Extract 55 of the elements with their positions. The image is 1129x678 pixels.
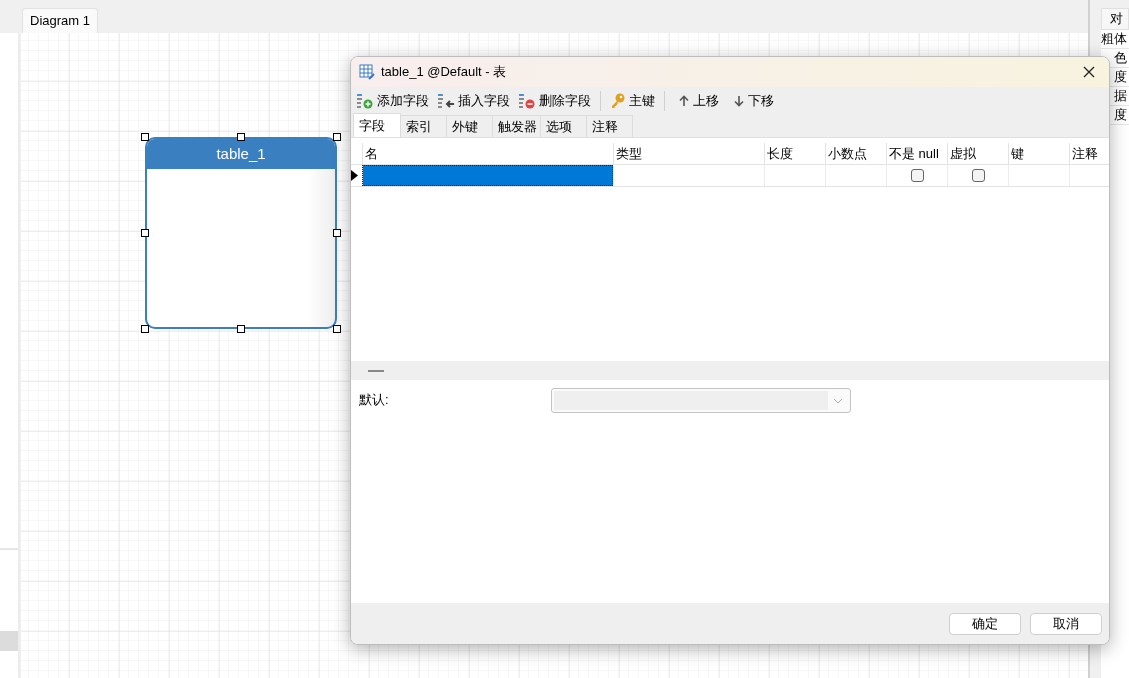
insert-field-icon <box>437 92 455 109</box>
key-icon <box>610 92 626 109</box>
column-header[interactable]: 名 <box>362 143 613 164</box>
selection-handle[interactable] <box>141 229 149 237</box>
column-header[interactable]: 注释 <box>1069 143 1109 164</box>
down-arrow-icon <box>733 94 745 107</box>
selection-handle[interactable] <box>237 133 245 141</box>
toolbar-button[interactable]: 主键 <box>609 88 656 113</box>
toolbar-button[interactable]: 上移 <box>677 88 720 113</box>
dialog-title: table_1 @Default - 表 <box>381 63 507 82</box>
diagram-tab[interactable]: Diagram 1 <box>22 8 98 33</box>
tab[interactable]: 触发器 <box>493 115 541 137</box>
checkbox[interactable] <box>910 169 924 182</box>
property-label: 粗体 <box>1101 30 1127 49</box>
selection-handle[interactable] <box>333 133 341 141</box>
entity-title: table_1 <box>147 139 335 169</box>
column-header[interactable]: 键 <box>1008 143 1069 164</box>
property-label: 度 <box>1114 68 1127 87</box>
column-header[interactable]: 不是 null <box>886 143 947 164</box>
panel-tab[interactable]: 对 <box>1101 8 1129 30</box>
entity-box[interactable]: table_1 <box>145 137 337 329</box>
column-header[interactable]: 小数点 <box>825 143 886 164</box>
checkbox[interactable] <box>971 169 985 182</box>
column-header[interactable]: 类型 <box>613 143 764 164</box>
column-header[interactable]: 虚拟 <box>947 143 1008 164</box>
toolbar-button[interactable]: 下移 <box>732 88 775 113</box>
table-cell[interactable] <box>362 165 613 186</box>
selection-handle[interactable] <box>333 229 341 237</box>
property-label: 色 <box>1114 49 1127 68</box>
property-label: 据 <box>1114 87 1127 106</box>
tab[interactable]: 索引 <box>401 115 447 137</box>
close-icon <box>1083 66 1095 78</box>
chevron-down-icon <box>833 397 843 404</box>
property-label: 度 <box>1114 106 1127 125</box>
tab[interactable]: 外键 <box>447 115 493 137</box>
tab[interactable]: 字段 <box>353 113 401 137</box>
dialog-button[interactable]: 确定 <box>949 612 1021 635</box>
splitter-handle[interactable] <box>368 369 384 372</box>
toolbar-button[interactable]: 插入字段 <box>436 88 511 113</box>
selection-handle[interactable] <box>237 325 245 333</box>
tab[interactable]: 注释 <box>587 115 633 137</box>
delete-field-icon <box>518 92 536 109</box>
toolbar-button[interactable]: 添加字段 <box>355 88 430 113</box>
add-field-icon <box>356 92 374 109</box>
dialog-button[interactable]: 取消 <box>1030 612 1102 635</box>
selection-handle[interactable] <box>141 325 149 333</box>
scroll-thumb[interactable] <box>0 631 18 651</box>
field-label: 默认: <box>359 391 390 409</box>
up-arrow-icon <box>678 94 690 107</box>
toolbar-button[interactable]: 删除字段 <box>517 88 592 113</box>
column-header[interactable]: 长度 <box>764 143 825 164</box>
selection-handle[interactable] <box>333 325 341 333</box>
table-icon <box>359 64 375 80</box>
tab[interactable]: 选项 <box>541 115 587 137</box>
selection-handle[interactable] <box>141 133 149 141</box>
